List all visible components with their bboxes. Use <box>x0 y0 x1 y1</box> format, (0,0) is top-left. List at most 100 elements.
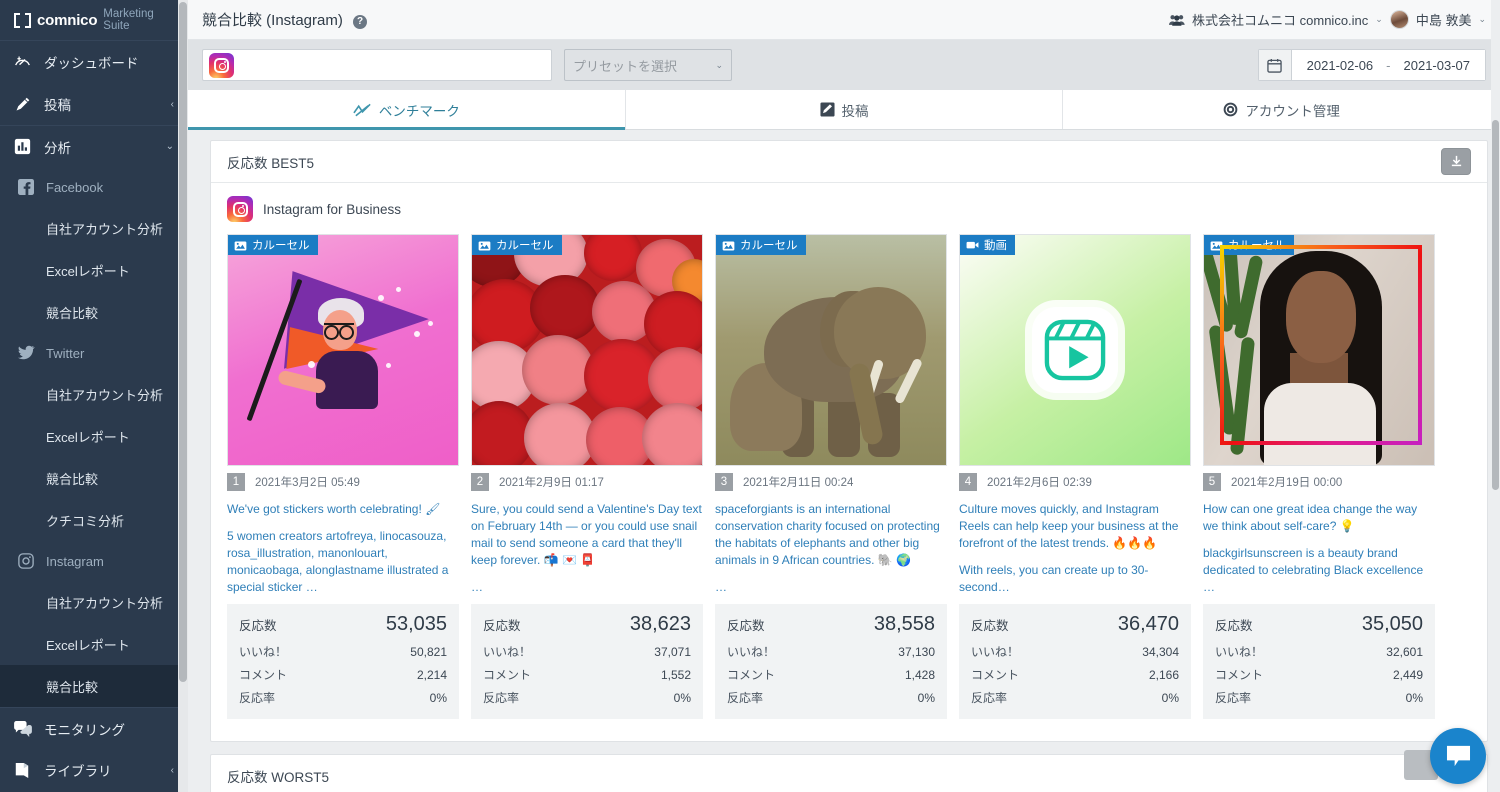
stat-label: コメント <box>1215 668 1264 682</box>
post-card[interactable]: カルーセル 1 2021年3月2日 05:49 We've got sticke… <box>227 234 459 719</box>
reels-icon <box>1032 307 1118 393</box>
sidebar-item-tw-excel-report[interactable]: Excelレポート <box>0 415 188 457</box>
post-date: 2021年2月11日 00:24 <box>743 477 854 489</box>
post-card[interactable]: 動画 4 2021年2月6日 02:39 Culture moves quick… <box>959 234 1191 719</box>
help-icon[interactable]: ? <box>353 14 368 29</box>
sidebar-item-label: ライブラリ <box>44 764 112 779</box>
post-meta: 1 2021年3月2日 05:49 <box>227 466 459 495</box>
sidebar-item-fb-competitor[interactable]: 競合比較 <box>0 291 188 333</box>
post-caption[interactable]: Culture moves quickly, and Instagram Ree… <box>959 495 1191 596</box>
stat-likes: いいね！ 32,601 <box>1215 640 1423 663</box>
sidebar-group-facebook[interactable]: Facebook <box>0 167 188 207</box>
stat-value: 37,130 <box>898 645 935 659</box>
stat-likes: いいね！ 50,821 <box>239 640 447 663</box>
post-stats: 反応数 38,623 いいね！ 37,071 コメント 1,552 反応率 0% <box>471 604 703 719</box>
sidebar-item-ig-excel-report[interactable]: Excelレポート <box>0 623 188 665</box>
stat-value: 2,166 <box>1148 668 1179 682</box>
date-range-picker[interactable]: 2021-02-06 - 2021-03-07 <box>1257 49 1486 81</box>
sidebar-item-library[interactable]: ライブラリ ‹ <box>0 749 188 791</box>
sidebar-item-analysis[interactable]: 分析 ⌄ <box>0 125 188 167</box>
tab-benchmark[interactable]: ベンチマーク <box>188 90 626 130</box>
sidebar-item-tw-own-analysis[interactable]: 自社アカウント分析 <box>0 373 188 415</box>
sidebar-sub-label: Excelレポート <box>46 429 130 445</box>
avatar[interactable] <box>1389 10 1409 29</box>
page-scrollbar-thumb[interactable] <box>1492 120 1499 490</box>
page-scrollbar[interactable] <box>1491 0 1500 792</box>
sidebar-item-ig-competitor[interactable]: 競合比較 <box>0 665 188 707</box>
stat-label: いいね！ <box>971 645 1020 659</box>
stat-label: いいね！ <box>727 645 776 659</box>
post-type-badge: 動画 <box>960 235 1015 255</box>
org-name[interactable]: 株式会社コムニコ comnico.inc <box>1192 10 1368 29</box>
twitter-icon <box>18 345 38 361</box>
date-range-value[interactable]: 2021-02-06 - 2021-03-07 <box>1290 49 1486 81</box>
download-button[interactable] <box>1441 148 1471 175</box>
sidebar-group-label: Twitter <box>46 345 85 361</box>
post-caption[interactable]: We've got stickers worth celebrating! 🖌 … <box>227 495 459 596</box>
post-caption[interactable]: spaceforgiants is an international conse… <box>715 495 947 596</box>
pencil-icon <box>14 96 36 113</box>
caption-line: Sure, you could send a Valentine's Day t… <box>471 502 702 567</box>
sidebar-item-tw-competitor[interactable]: 競合比較 <box>0 457 188 499</box>
post-caption[interactable]: Sure, you could send a Valentine's Day t… <box>471 495 703 596</box>
stat-value: 38,623 <box>629 613 691 635</box>
carousel-icon <box>722 240 735 251</box>
caption-line: With reels, you can create up to 30-seco… <box>959 563 1149 594</box>
post-thumbnail[interactable]: カルーセル <box>227 234 459 466</box>
post-thumbnail[interactable]: カルーセル <box>715 234 947 466</box>
brand-suite: Marketing Suite <box>103 8 154 32</box>
chat-fab-button[interactable] <box>1430 728 1486 784</box>
sidebar-group-instagram[interactable]: Instagram <box>0 541 188 581</box>
stat-comments: コメント 2,214 <box>239 663 447 686</box>
post-caption[interactable]: How can one great idea change the way we… <box>1203 495 1435 596</box>
content-scroll-area[interactable]: 反応数 BEST5 Instagram for Business カルーセル 1… <box>188 130 1500 792</box>
preset-select[interactable]: プリセットを選択 ⌄ <box>564 49 732 81</box>
sidebar-scrollbar[interactable] <box>178 0 188 792</box>
stat-label: 反応率 <box>727 691 764 705</box>
brand-logo-block[interactable]: comnico Marketing Suite <box>0 0 188 40</box>
sidebar-item-post[interactable]: 投稿 ‹ <box>0 83 188 125</box>
stat-value: 0% <box>429 691 447 705</box>
stat-rate: 反応率 0% <box>483 686 691 709</box>
sidebar-item-monitoring[interactable]: モニタリング <box>0 707 188 749</box>
sidebar-item-fb-own-analysis[interactable]: 自社アカウント分析 <box>0 207 188 249</box>
post-thumbnail[interactable]: カルーセル <box>1203 234 1435 466</box>
badge-label: カルーセル <box>740 240 798 252</box>
tab-label: ベンチマーク <box>378 103 460 119</box>
stat-label: 反応率 <box>239 691 276 705</box>
sidebar-scrollbar-thumb[interactable] <box>179 2 187 682</box>
post-card[interactable]: カルーセル 5 2021年2月19日 00:00 How can one gre… <box>1203 234 1435 719</box>
account-select-input[interactable] <box>202 49 552 81</box>
caption-line: … <box>471 580 483 594</box>
stat-value: 36,470 <box>1117 613 1179 635</box>
sidebar-group-label: Instagram <box>46 553 104 569</box>
sidebar-item-fb-excel-report[interactable]: Excelレポート <box>0 249 188 291</box>
post-thumbnail[interactable]: 動画 <box>959 234 1191 466</box>
stat-comments: コメント 1,428 <box>727 663 935 686</box>
sidebar-item-dashboard[interactable]: ダッシュボード <box>0 41 188 83</box>
sidebar-item-tw-word-of-mouth[interactable]: クチコミ分析 <box>0 499 188 541</box>
post-type-badge: カルーセル <box>472 235 562 255</box>
sidebar-group-twitter[interactable]: Twitter <box>0 333 188 373</box>
caption-line: … <box>715 580 727 594</box>
chevron-down-icon[interactable]: ⌄ <box>1375 14 1383 25</box>
stat-value: 53,035 <box>385 613 447 635</box>
post-card[interactable]: カルーセル 3 2021年2月11日 00:24 spaceforgiants … <box>715 234 947 719</box>
sidebar-sub-label: Excelレポート <box>46 637 130 653</box>
post-thumbnail[interactable]: カルーセル <box>471 234 703 466</box>
topbar-right: 株式会社コムニコ comnico.inc ⌄ 中島 敦美 ⌄ <box>1169 10 1486 29</box>
account-gear-icon <box>1223 102 1238 117</box>
user-name[interactable]: 中島 敦美 <box>1416 10 1472 29</box>
stat-value: 2,214 <box>416 668 447 682</box>
tab-account-management[interactable]: アカウント管理 <box>1063 90 1500 129</box>
facebook-icon <box>18 179 38 195</box>
sidebar-item-ig-own-analysis[interactable]: 自社アカウント分析 <box>0 581 188 623</box>
post-card[interactable]: カルーセル 2 2021年2月9日 01:17 Sure, you could … <box>471 234 703 719</box>
rank-badge: 1 <box>227 473 245 491</box>
worst5-panel-header: 反応数 WORST5 <box>211 755 1487 792</box>
tab-posts[interactable]: 投稿 <box>625 90 1064 129</box>
date-end: 2021-03-07 <box>1403 57 1471 73</box>
caption-line: Culture moves quickly, and Instagram Ree… <box>959 502 1179 550</box>
stat-value: 35,050 <box>1361 613 1423 635</box>
chevron-down-icon[interactable]: ⌄ <box>1478 14 1486 25</box>
